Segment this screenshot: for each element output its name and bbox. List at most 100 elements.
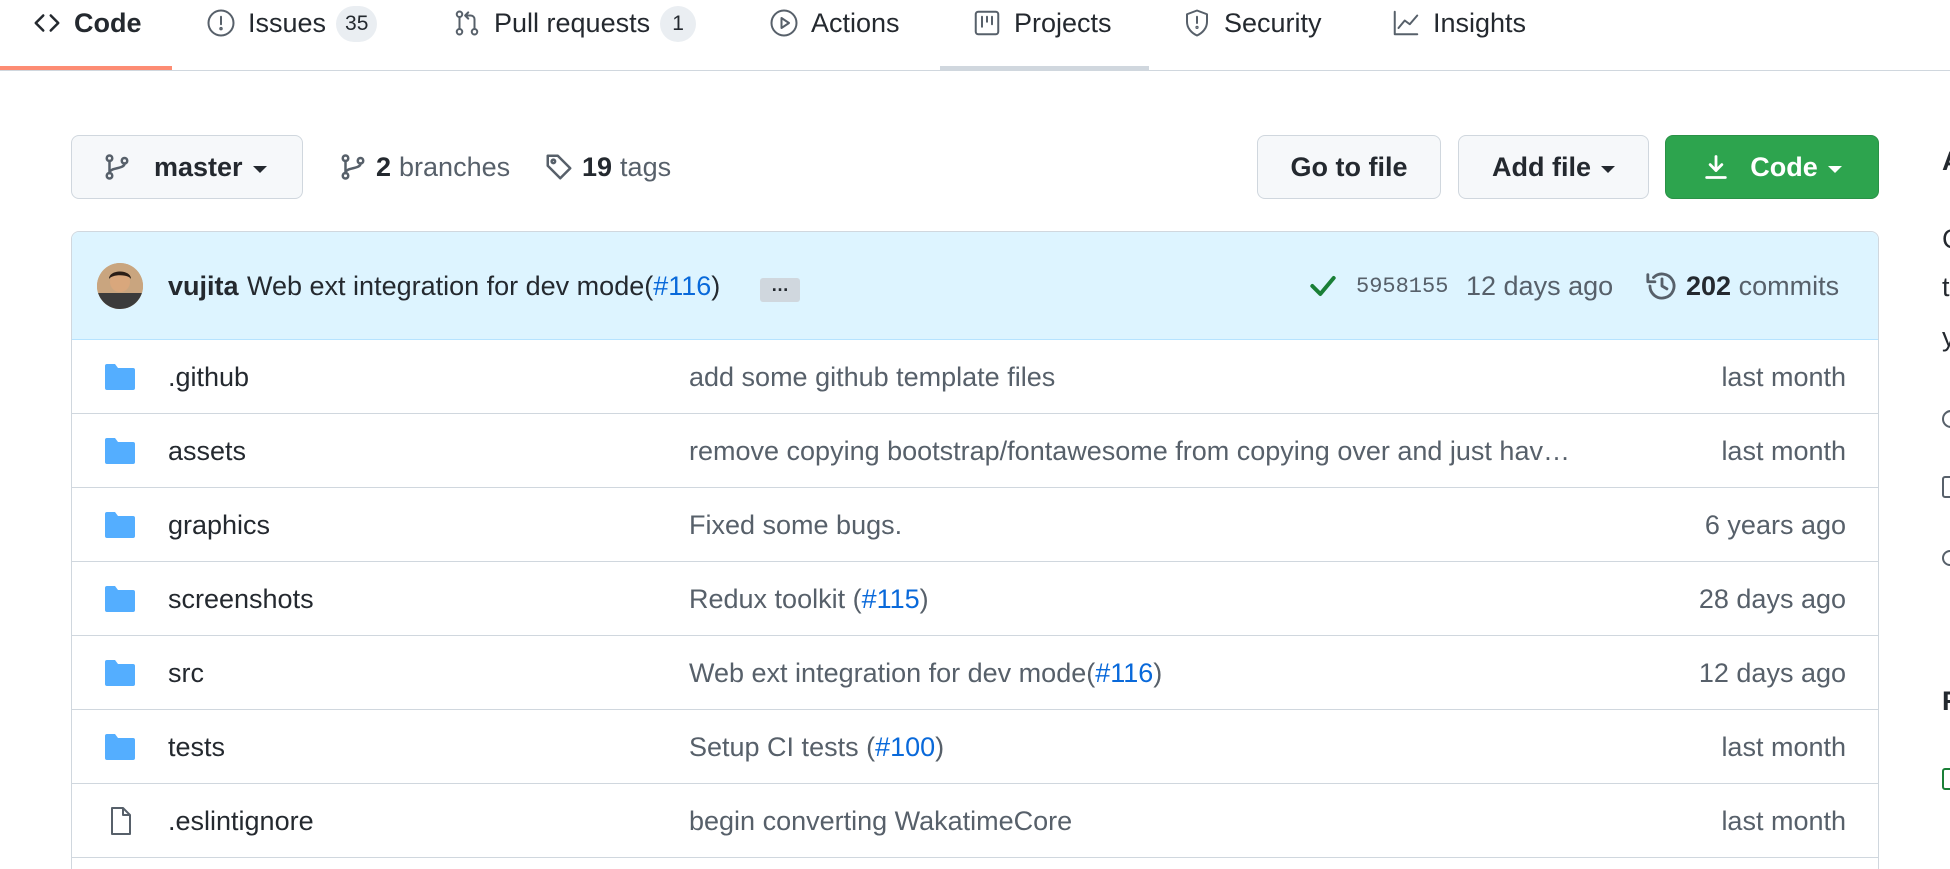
file-name-link[interactable]: .github — [168, 358, 249, 396]
add-file-label: Add file — [1492, 151, 1591, 182]
book-icon[interactable] — [1942, 476, 1950, 498]
about-sidebar: A C t y R — [1930, 0, 1950, 869]
about-description-line: y — [1942, 322, 1950, 352]
git-branch-icon — [341, 154, 365, 180]
history-icon[interactable] — [1645, 269, 1679, 303]
commits-link[interactable]: 202 commits — [1686, 268, 1839, 304]
file-commit-message-suffix: ) — [1153, 658, 1163, 688]
commits-count: 202 — [1686, 271, 1732, 301]
about-heading: A — [1942, 146, 1950, 177]
file-name-link[interactable]: assets — [168, 432, 246, 470]
file-commit-message-link[interactable]: Redux toolkit (#115) — [689, 580, 1679, 618]
file-commit-pr-link[interactable]: #116 — [1095, 658, 1153, 688]
code-icon — [30, 6, 64, 40]
file-row[interactable]: tests Setup CI tests (#100) last month — [72, 710, 1878, 784]
folder-icon — [103, 362, 137, 392]
go-to-file-button[interactable]: Go to file — [1257, 135, 1441, 199]
branches-link[interactable]: 2 branches — [338, 145, 510, 189]
add-file-button[interactable]: Add file — [1458, 135, 1649, 199]
git-branch-icon — [105, 154, 129, 180]
file-commit-message-link[interactable]: Web ext integration for dev mode(#116) — [689, 654, 1679, 692]
play-icon — [767, 6, 801, 40]
file-commit-age: last month — [1721, 362, 1846, 392]
file-name-link[interactable]: .eslintignore — [168, 802, 314, 840]
code-download-button[interactable]: Code — [1665, 135, 1879, 199]
file-commit-message: Setup CI tests ( — [689, 732, 876, 762]
commit-message-link[interactable]: Web ext integration for dev mode(#116) — [247, 268, 720, 304]
about-description-line: t — [1942, 272, 1950, 302]
about-description-line: C — [1942, 224, 1950, 255]
file-commit-message: begin converting WakatimeCore — [689, 806, 1073, 836]
tag-icon[interactable] — [1942, 768, 1950, 790]
tab-label: Pull requests — [494, 8, 651, 38]
file-row[interactable]: graphics Fixed some bugs. 6 years ago — [72, 488, 1878, 562]
tab-code[interactable]: Code — [30, 0, 142, 71]
tab-issues[interactable]: Issues 35 — [204, 0, 378, 71]
pull-requests-count-badge: 1 — [660, 6, 697, 42]
tab-projects[interactable]: Projects — [970, 0, 1112, 71]
tab-label: Actions — [811, 8, 900, 38]
file-commit-message: Web ext integration for dev mode( — [689, 658, 1096, 688]
avatar[interactable] — [97, 263, 143, 309]
file-commit-age: 28 days ago — [1698, 584, 1846, 614]
chevron-down-icon — [1827, 165, 1842, 173]
file-name-link[interactable]: tests — [168, 728, 225, 766]
tab-label: Issues — [248, 8, 327, 38]
code-button-label: Code — [1750, 151, 1818, 182]
file-name-link[interactable]: src — [168, 654, 204, 692]
tags-label: tags — [620, 151, 672, 182]
file-row[interactable]: .github add some github template files l… — [72, 340, 1878, 414]
file-commit-message: Redux toolkit ( — [689, 584, 862, 614]
file-row[interactable]: screenshots Redux toolkit (#115) 28 days… — [72, 562, 1878, 636]
issue-opened-icon — [204, 6, 238, 40]
hovered-tab-underline — [940, 66, 1149, 70]
branch-select-button[interactable]: master — [71, 135, 303, 199]
file-commit-age: last month — [1721, 436, 1846, 466]
law-icon[interactable] — [1942, 550, 1950, 566]
check-icon[interactable] — [1307, 270, 1339, 302]
tab-label: Code — [74, 8, 142, 38]
file-commit-age: last month — [1721, 732, 1846, 762]
commit-pr-link[interactable]: #116 — [653, 271, 711, 301]
file-name-link[interactable]: screenshots — [168, 580, 314, 618]
file-commit-message-link[interactable]: begin converting WakatimeCore — [689, 802, 1679, 840]
tab-label: Projects — [1014, 8, 1112, 38]
file-commit-message-link[interactable]: add some github template files — [689, 358, 1679, 396]
file-listing: vujita Web ext integration for dev mode(… — [71, 231, 1879, 869]
tab-security[interactable]: Security — [1180, 0, 1322, 71]
tab-label: Security — [1224, 8, 1322, 38]
branches-count: 2 — [376, 151, 392, 182]
file-commit-message: Fixed some bugs. — [689, 510, 903, 540]
expand-commit-message-button[interactable]: … — [760, 276, 800, 302]
link-icon[interactable] — [1942, 410, 1950, 428]
releases-heading: R — [1942, 686, 1950, 717]
commit-sha-link[interactable]: 5958155 — [1356, 272, 1448, 302]
file-row[interactable]: .eslintignore begin converting WakatimeC… — [72, 784, 1878, 858]
file-commit-message-link[interactable]: Setup CI tests (#100) — [689, 728, 1679, 766]
graph-icon — [1389, 6, 1423, 40]
tab-label: Insights — [1433, 8, 1527, 38]
file-row[interactable]: assets remove copying bootstrap/fontawes… — [72, 414, 1878, 488]
file-commit-message-suffix: ) — [919, 584, 929, 614]
tab-actions[interactable]: Actions — [767, 0, 900, 71]
tab-insights[interactable]: Insights — [1389, 0, 1526, 71]
chevron-down-icon — [252, 165, 267, 173]
commit-message-suffix: ) — [711, 271, 721, 301]
file-commit-message-link[interactable]: remove copying bootstrap/fontawesome fro… — [689, 432, 1679, 470]
tab-pull-requests[interactable]: Pull requests 1 — [450, 0, 697, 71]
file-commit-message-link[interactable]: Fixed some bugs. — [689, 506, 1679, 544]
file-name-link[interactable]: graphics — [168, 506, 270, 544]
file-commit-pr-link[interactable]: #100 — [875, 732, 935, 762]
file-commit-age: 6 years ago — [1704, 510, 1846, 540]
file-commit-age: 12 days ago — [1698, 658, 1846, 688]
chevron-down-icon — [1601, 165, 1615, 173]
file-commit-message: remove copying bootstrap/fontawesome fro… — [689, 436, 1570, 466]
tags-link[interactable]: 19 tags — [544, 145, 671, 189]
file-icon — [103, 806, 137, 836]
file-row[interactable]: src Web ext integration for dev mode(#11… — [72, 636, 1878, 710]
commit-author-link[interactable]: vujita — [168, 268, 239, 304]
file-commit-pr-link[interactable]: #115 — [862, 584, 920, 614]
folder-icon — [103, 732, 137, 762]
git-pull-request-icon — [450, 6, 484, 40]
file-commit-message: add some github template files — [689, 362, 1056, 392]
